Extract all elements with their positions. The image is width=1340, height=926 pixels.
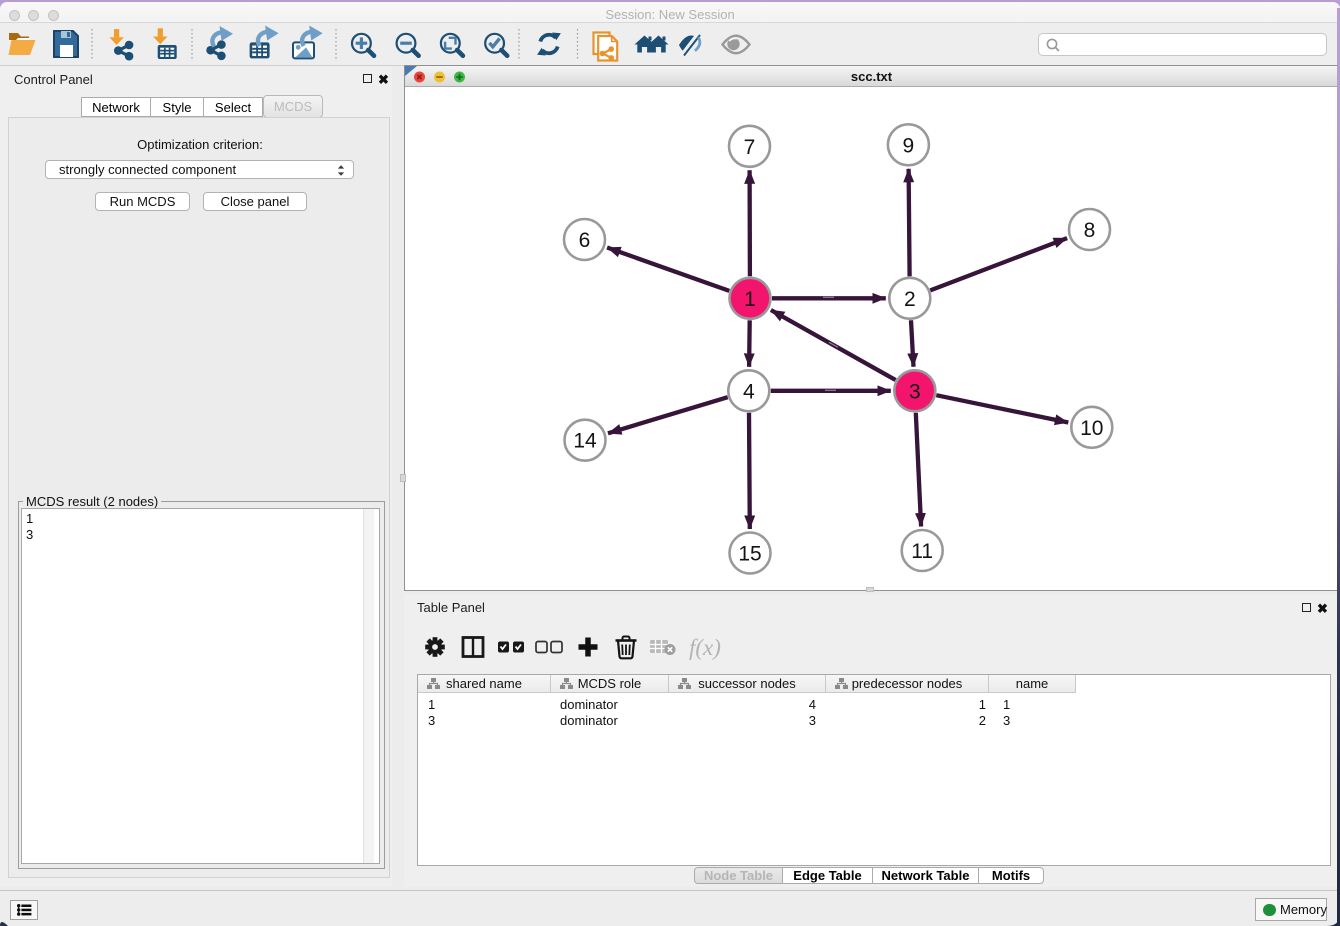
svg-text:4: 4 [743,380,755,403]
svg-text:2: 2 [904,288,916,311]
svg-text:3: 3 [909,380,921,403]
svg-text:1: 1 [744,288,756,311]
svg-text:14: 14 [573,430,597,453]
svg-text:7: 7 [744,136,756,159]
svg-text:8: 8 [1084,219,1096,242]
svg-text:11: 11 [911,540,933,563]
svg-text:10: 10 [1080,417,1103,440]
svg-text:9: 9 [903,134,915,157]
svg-text:15: 15 [738,543,761,566]
svg-text:6: 6 [579,229,591,252]
svg-text:f(x): f(x) [689,635,721,660]
